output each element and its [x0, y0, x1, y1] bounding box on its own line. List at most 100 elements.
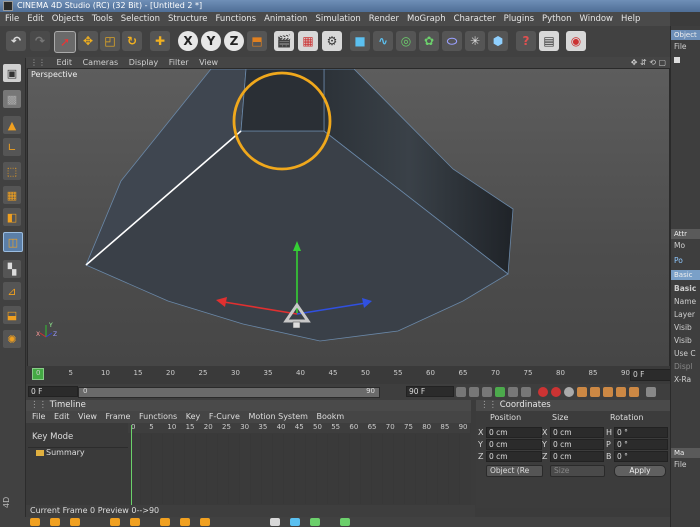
bottom-tool-icon[interactable] [130, 518, 140, 526]
object-axis-icon[interactable]: ▲ [3, 116, 21, 134]
workplane-icon[interactable]: ⬓ [3, 306, 21, 324]
y-axis-lock-icon[interactable]: Y [201, 31, 221, 51]
timeline-menu-fcurve[interactable]: F-Curve [209, 411, 240, 423]
menu-render[interactable]: Render [364, 12, 402, 26]
model-mode-icon[interactable]: ▩ [3, 90, 21, 108]
bottom-tool-icon[interactable] [340, 518, 350, 526]
scene-icon[interactable]: ✳ [465, 31, 485, 51]
current-frame-field[interactable]: 0 F [630, 369, 672, 381]
timeline-menu-view[interactable]: View [78, 411, 97, 423]
size-z-field[interactable]: 0 cm [550, 451, 604, 462]
keyframe-selection-icon[interactable] [564, 387, 574, 397]
pos-x-field[interactable]: 0 cm [486, 427, 542, 438]
deformer-icon[interactable]: ⬭ [442, 31, 462, 51]
cube-icon[interactable]: ■ [350, 31, 370, 51]
texture-mode-icon[interactable]: ⬚ [3, 162, 21, 180]
timeline-ruler[interactable]: 0 5 10 15 20 25 30 35 40 45 50 55 60 65 70 75 80 85 90 [128, 423, 470, 433]
edges-mode-icon[interactable]: ◧ [3, 208, 21, 226]
key-pla-icon[interactable] [629, 387, 639, 397]
play-backward-icon[interactable] [482, 387, 492, 397]
menu-file[interactable]: File [0, 12, 22, 26]
key-position-icon[interactable] [577, 387, 587, 397]
rot-p-field[interactable]: 0 ° [614, 439, 668, 450]
menu-python[interactable]: Python [537, 12, 574, 26]
bottom-tool-icon[interactable] [50, 518, 60, 526]
menu-functions[interactable]: Functions [211, 12, 260, 26]
checker-icon[interactable]: ▚ [3, 260, 21, 278]
points-mode-icon[interactable]: ▦ [3, 186, 21, 204]
attributes-tab[interactable]: Attr [671, 229, 700, 239]
viewport-menu-filter[interactable]: Filter [169, 57, 189, 68]
timeline-menu-file[interactable]: File [32, 411, 45, 423]
step-back-icon[interactable] [469, 387, 479, 397]
menu-help[interactable]: Help [616, 12, 643, 26]
menu-selection[interactable]: Selection [116, 12, 163, 26]
array-icon[interactable]: ✿ [419, 31, 439, 51]
autokey-icon[interactable] [551, 387, 561, 397]
pos-y-field[interactable]: 0 cm [486, 439, 542, 450]
record-icon[interactable]: ◉ [566, 31, 586, 51]
menu-character[interactable]: Character [449, 12, 499, 26]
snap-icon[interactable]: ⊿ [3, 282, 21, 300]
menu-structure[interactable]: Structure [163, 12, 211, 26]
render-settings-icon[interactable]: ⚙ [322, 31, 342, 51]
pos-z-field[interactable]: 0 cm [486, 451, 542, 462]
coordinate-mode-select[interactable]: Object (Re [486, 465, 543, 477]
make-editable-icon[interactable]: ▣ [3, 64, 21, 82]
menu-mograph[interactable]: MoGraph [402, 12, 449, 26]
polygons-mode-icon[interactable]: ◫ [3, 232, 23, 252]
record-keys-icon[interactable] [538, 387, 548, 397]
summary-track-label[interactable]: Summary [46, 448, 85, 457]
z-axis-lock-icon[interactable]: Z [224, 31, 244, 51]
key-parameter-icon[interactable] [616, 387, 626, 397]
live-selection-icon[interactable]: ➚ [54, 31, 76, 53]
axis-tool-icon[interactable]: ∟ [3, 138, 21, 156]
calculator-icon[interactable]: ▤ [539, 31, 559, 51]
materials-tab[interactable]: Ma [671, 448, 700, 458]
apply-button[interactable]: Apply [614, 465, 666, 477]
play-icon[interactable] [495, 387, 505, 397]
key-rotation-icon[interactable] [603, 387, 613, 397]
objects-tab[interactable]: Object [671, 30, 700, 40]
timeline-menu-frame[interactable]: Frame [106, 411, 131, 423]
menu-tools[interactable]: Tools [87, 12, 116, 26]
viewport-perspective[interactable]: Perspective Y X Z [27, 68, 670, 368]
viewport-menu-edit[interactable]: Edit [57, 57, 73, 68]
materials-menu-file[interactable]: File [674, 460, 687, 469]
rotate-icon[interactable]: ↻ [122, 31, 142, 51]
redo-icon[interactable]: ↷ [30, 31, 50, 51]
objects-menu-file[interactable]: File [674, 42, 687, 51]
menu-animation[interactable]: Animation [259, 12, 310, 26]
menu-plugins[interactable]: Plugins [499, 12, 537, 26]
viewport-menu-display[interactable]: Display [129, 57, 159, 68]
x-axis-lock-icon[interactable]: X [178, 31, 198, 51]
bottom-tool-icon[interactable] [270, 518, 280, 526]
timeline-menu-bookmarks[interactable]: Bookm [317, 411, 345, 423]
timeline-menu-edit[interactable]: Edit [54, 411, 70, 423]
key-scale-icon[interactable] [590, 387, 600, 397]
timeline-menu-functions[interactable]: Functions [139, 411, 177, 423]
recent-tool-icon[interactable]: ✚ [150, 31, 170, 51]
rot-b-field[interactable]: 0 ° [614, 451, 668, 462]
spline-icon[interactable]: ∿ [373, 31, 393, 51]
gear-icon[interactable]: ✺ [3, 330, 21, 348]
move-icon[interactable]: ✥ [78, 31, 98, 51]
object-entry-icon[interactable] [674, 57, 680, 63]
viewport-nav-icons[interactable]: ✥ ⇵ ⟲ ▢ [631, 57, 666, 68]
attributes-mode-menu[interactable]: Mo [674, 241, 685, 250]
render-view-icon[interactable]: 🎬 [274, 31, 294, 51]
bottom-tool-icon[interactable] [160, 518, 170, 526]
bottom-tool-icon[interactable] [110, 518, 120, 526]
nurbs-icon[interactable]: ◎ [396, 31, 416, 51]
rot-h-field[interactable]: 0 ° [614, 427, 668, 438]
scale-icon[interactable]: ◰ [100, 31, 120, 51]
menu-objects[interactable]: Objects [47, 12, 87, 26]
end-frame-field[interactable]: 90 F [406, 386, 454, 397]
undo-icon[interactable]: ↶ [6, 31, 26, 51]
timeline-menu-key[interactable]: Key [186, 411, 201, 423]
basic-tab[interactable]: Basic [671, 270, 700, 280]
preview-range-slider[interactable]: 0 90 [78, 387, 380, 398]
help-icon[interactable]: ? [516, 31, 536, 51]
start-frame-field[interactable]: 0 F [28, 386, 78, 397]
coordinate-system-icon[interactable]: ⬒ [247, 31, 267, 51]
